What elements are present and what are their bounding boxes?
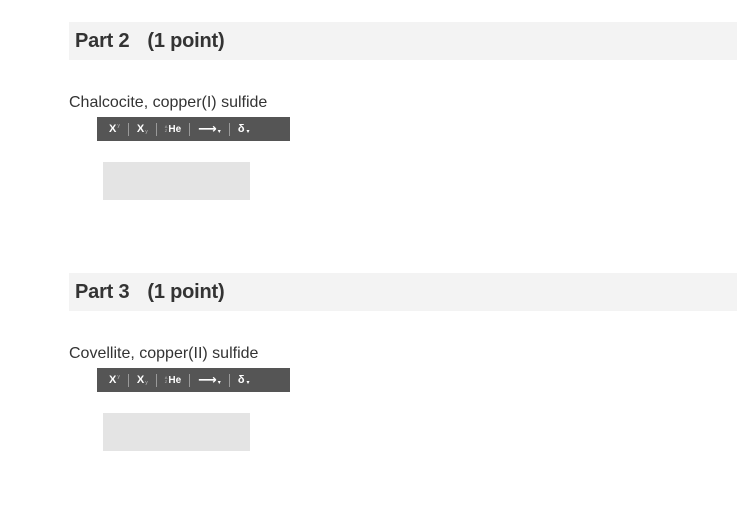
toolbar-divider — [228, 373, 230, 387]
arrow-right-icon: ⟶ — [198, 372, 217, 387]
arrow-right-icon: ⟶ — [198, 121, 217, 136]
toolbar-divider — [155, 122, 157, 136]
delta-icon: δ — [237, 374, 245, 386]
chevron-down-icon: ▾ — [246, 379, 250, 386]
subscript-icon: X — [136, 374, 145, 386]
part-2-points: (1 point) — [147, 29, 225, 52]
part-3-points: (1 point) — [147, 280, 225, 303]
toolbar-divider — [228, 122, 230, 136]
reaction-arrow-button[interactable]: ⟶ ▾ — [198, 368, 221, 392]
subscript-icon: X — [136, 123, 145, 135]
toolbar-divider — [189, 122, 191, 136]
toolbar-divider — [127, 122, 129, 136]
chevron-down-icon: ▾ — [217, 128, 221, 135]
chevron-down-icon: ▾ — [217, 379, 221, 386]
subscript-mark: y — [145, 380, 148, 386]
reaction-arrow-button[interactable]: ⟶ ▾ — [198, 117, 221, 141]
part-3-equation-toolbar: X y X y A Z He ⟶ ▾ δ ▾ — [97, 368, 290, 392]
part-2-header: Part 2 (1 point) — [69, 22, 737, 60]
superscript-button[interactable]: X y — [109, 368, 120, 392]
superscript-icon: X — [109, 374, 117, 386]
toolbar-divider — [127, 373, 129, 387]
part-2-question: Chalcocite, copper(I) sulfide — [69, 94, 268, 111]
delta-symbol-button[interactable]: δ ▾ — [238, 117, 250, 141]
isotope-label: He — [168, 123, 182, 135]
delta-icon: δ — [237, 123, 245, 135]
isotope-number-mark: Z — [164, 379, 168, 384]
part-2-equation-toolbar: X y X y A Z He ⟶ ▾ δ ▾ — [97, 117, 290, 141]
superscript-mark: y — [117, 123, 120, 129]
chevron-down-icon: ▾ — [246, 128, 250, 135]
isotope-button[interactable]: A Z He — [165, 368, 181, 392]
part-2-answer-input[interactable] — [103, 162, 250, 200]
subscript-button[interactable]: X y — [137, 117, 148, 141]
part-3-answer-input[interactable] — [103, 413, 250, 451]
subscript-button[interactable]: X y — [137, 368, 148, 392]
superscript-button[interactable]: X y — [109, 117, 120, 141]
delta-symbol-button[interactable]: δ ▾ — [238, 368, 250, 392]
subscript-mark: y — [145, 129, 148, 135]
part-3-header: Part 3 (1 point) — [69, 273, 737, 311]
isotope-button[interactable]: A Z He — [165, 117, 181, 141]
part-2-title: Part 2 — [75, 29, 130, 52]
superscript-mark: y — [117, 374, 120, 380]
isotope-notation-icon: A Z — [165, 376, 168, 384]
toolbar-divider — [155, 373, 157, 387]
isotope-number-mark: Z — [164, 128, 168, 133]
superscript-icon: X — [109, 123, 117, 135]
part-3-title: Part 3 — [75, 280, 130, 303]
part-3-question: Covellite, copper(II) sulfide — [69, 345, 259, 362]
isotope-notation-icon: A Z — [165, 125, 168, 133]
isotope-label: He — [168, 374, 182, 386]
toolbar-divider — [189, 373, 191, 387]
